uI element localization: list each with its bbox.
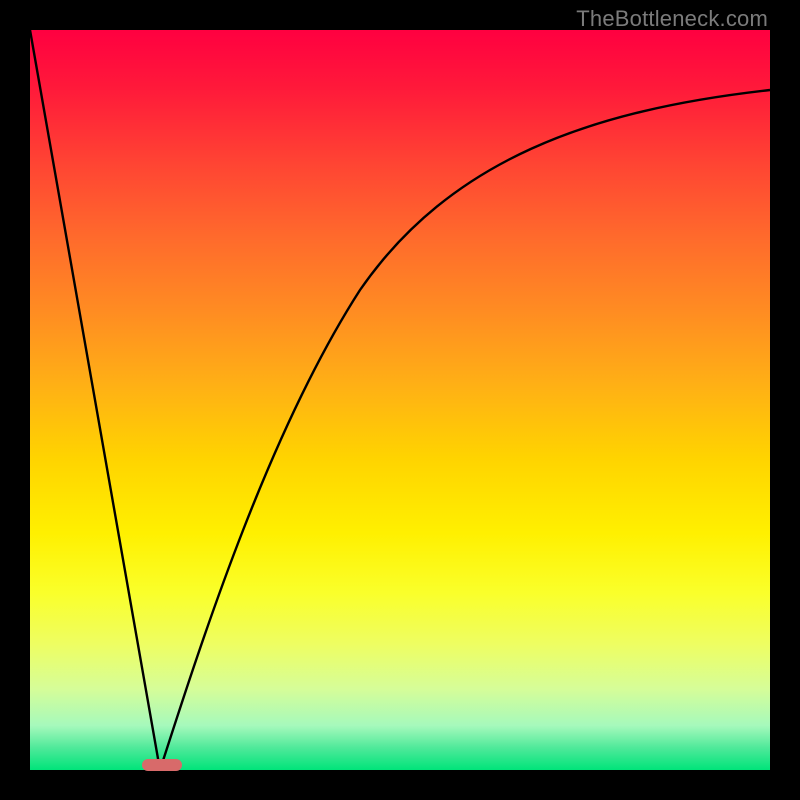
min-marker: [142, 759, 182, 771]
curve-path: [30, 30, 770, 770]
bottleneck-curve: [30, 30, 770, 770]
min-marker-pill: [142, 759, 182, 771]
chart-plot-area: [30, 30, 770, 770]
watermark-text: TheBottleneck.com: [576, 6, 768, 32]
chart-frame: TheBottleneck.com: [0, 0, 800, 800]
chart-svg: [30, 30, 770, 770]
